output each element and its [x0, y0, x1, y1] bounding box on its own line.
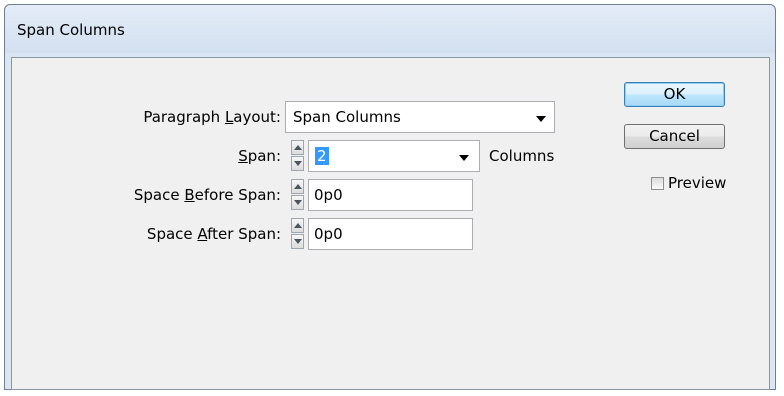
space-after-increment-button[interactable] — [291, 218, 304, 233]
span-value: 2 — [315, 147, 329, 165]
space-after-spinner[interactable] — [291, 218, 304, 250]
arrow-down-icon — [294, 161, 302, 166]
space-after-span-value: 0p0 — [314, 225, 343, 243]
space-before-spinner[interactable] — [291, 179, 304, 211]
paragraph-layout-dropdown[interactable]: Span Columns — [285, 101, 555, 133]
arrow-down-icon — [294, 200, 302, 205]
preview-checkbox[interactable] — [651, 177, 664, 190]
preview-label[interactable]: Preview — [668, 174, 726, 192]
chevron-down-icon — [459, 155, 469, 161]
span-label: Span: — [238, 147, 281, 165]
arrow-up-icon — [294, 145, 302, 150]
cancel-button[interactable]: Cancel — [624, 124, 725, 149]
space-before-span-value: 0p0 — [314, 186, 343, 204]
span-units-label: Columns — [489, 147, 555, 165]
span-decrement-button[interactable] — [291, 156, 304, 171]
chevron-down-icon — [536, 116, 546, 122]
arrow-up-icon — [294, 223, 302, 228]
space-before-span-input[interactable]: 0p0 — [308, 179, 473, 211]
paragraph-layout-label: Paragraph Layout: — [143, 108, 281, 126]
space-before-increment-button[interactable] — [291, 179, 304, 194]
ok-button[interactable]: OK — [624, 82, 725, 107]
space-before-decrement-button[interactable] — [291, 195, 304, 210]
dialog-body: Paragraph Layout: Span Columns Span: 2 C… — [11, 57, 770, 390]
span-spinner[interactable] — [291, 140, 304, 172]
arrow-down-icon — [294, 239, 302, 244]
dialog-title: Span Columns — [17, 21, 125, 39]
span-columns-dialog: Span Columns Paragraph Layout: Span Colu… — [4, 4, 776, 390]
space-after-span-input[interactable]: 0p0 — [308, 218, 473, 250]
paragraph-layout-value: Span Columns — [293, 108, 401, 126]
span-increment-button[interactable] — [291, 140, 304, 155]
space-before-span-label: Space Before Span: — [133, 186, 281, 204]
arrow-up-icon — [294, 184, 302, 189]
space-after-decrement-button[interactable] — [291, 234, 304, 249]
title-bar[interactable]: Span Columns — [5, 5, 775, 53]
space-after-span-label: Space After Span: — [146, 225, 281, 243]
span-combobox[interactable]: 2 — [308, 140, 480, 172]
